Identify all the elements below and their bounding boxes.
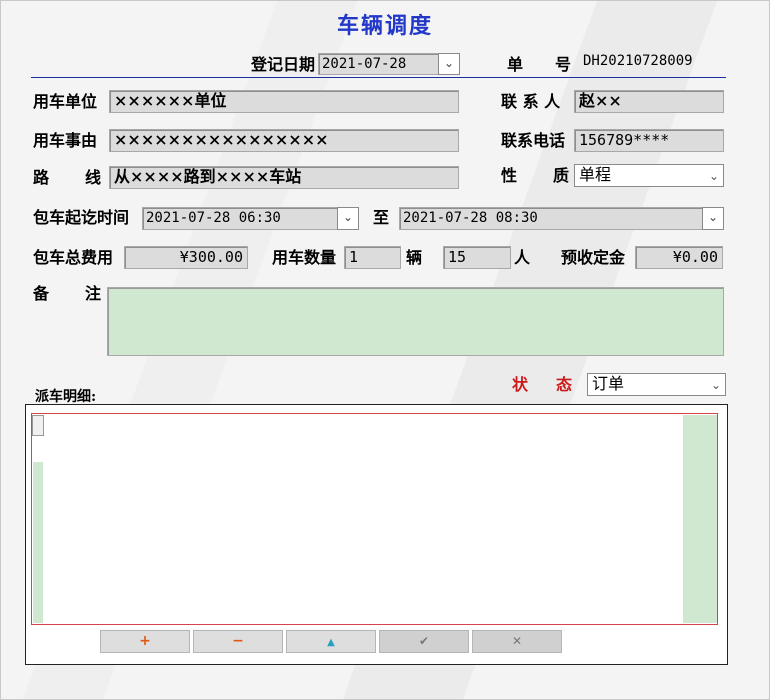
chevron-down-icon: ⌄ xyxy=(342,210,354,224)
grid-row-indicator xyxy=(33,462,43,623)
route-label-2: 线 xyxy=(85,168,102,187)
deposit-field[interactable]: ¥0.00 xyxy=(635,246,723,269)
qty-unit-label: 辆 xyxy=(406,248,423,267)
total-fee-field[interactable]: ¥300.00 xyxy=(124,246,248,269)
remark-label-1: 备 xyxy=(33,284,50,303)
contact-field[interactable]: 赵×× xyxy=(574,90,724,113)
status-select[interactable]: 订单 ⌄ xyxy=(587,373,726,396)
delete-row-button[interactable]: − xyxy=(193,630,283,653)
grid-corner-cell[interactable] xyxy=(32,415,44,436)
status-select-value: 订单 xyxy=(592,374,625,393)
nature-select[interactable]: 单程 ⌄ xyxy=(574,164,724,187)
reg-date-dropdown-button[interactable]: ⌄ xyxy=(438,53,460,75)
route-label-1: 路 xyxy=(33,168,50,187)
post-row-button[interactable]: ✔ xyxy=(379,630,469,653)
contact-label: 联 系 人 xyxy=(501,92,561,111)
route-field[interactable]: 从××××路到××××车站 xyxy=(109,166,459,189)
period-end-field[interactable]: 2021-07-28 08:30 xyxy=(399,207,703,230)
phone-label: 联系电话 xyxy=(501,131,566,150)
nature-select-value: 单程 xyxy=(579,165,612,184)
page-title: 车辆调度 xyxy=(336,13,433,39)
period-start-dropdown-button[interactable]: ⌄ xyxy=(337,207,359,230)
people-field[interactable]: 15 xyxy=(443,246,511,269)
remark-textarea[interactable] xyxy=(107,287,724,356)
up-triangle-icon: ▲ xyxy=(327,637,335,648)
reason-label: 用车事由 xyxy=(33,131,98,150)
plus-icon: + xyxy=(139,633,151,649)
period-start-field[interactable]: 2021-07-28 06:30 xyxy=(142,207,338,230)
detail-grid[interactable] xyxy=(31,413,718,625)
order-no-label-2: 号 xyxy=(555,55,572,74)
qty-field[interactable]: 1 xyxy=(344,246,401,269)
period-end-dropdown-button[interactable]: ⌄ xyxy=(702,207,724,230)
phone-field[interactable]: 156789**** xyxy=(574,129,724,152)
add-row-button[interactable]: + xyxy=(100,630,190,653)
period-label: 包车起讫时间 xyxy=(33,208,130,227)
check-icon: ✔ xyxy=(418,634,430,648)
chevron-down-icon: ⌄ xyxy=(707,210,719,224)
reg-date-field[interactable]: 2021-07-28 xyxy=(318,53,439,75)
status-label-1: 状 xyxy=(512,375,529,394)
remark-label-2: 注 xyxy=(85,284,102,303)
order-no-label-1: 单 xyxy=(507,55,524,74)
header-divider xyxy=(31,77,726,78)
total-fee-label: 包车总费用 xyxy=(33,248,114,267)
detail-label: 派车明细: xyxy=(35,389,97,405)
minus-icon: − xyxy=(232,633,244,649)
order-no-value: DH20210728009 xyxy=(583,53,693,69)
status-label-2: 态 xyxy=(556,375,573,394)
close-icon: ✕ xyxy=(511,634,523,648)
unit-field[interactable]: ××××××单位 xyxy=(109,90,459,113)
unit-label: 用车单位 xyxy=(33,92,98,111)
nature-label-2: 质 xyxy=(553,166,570,185)
qty-label: 用车数量 xyxy=(272,248,337,267)
reg-date-label: 登记日期 xyxy=(251,55,316,74)
edit-row-button[interactable]: ▲ xyxy=(286,630,376,653)
chevron-down-icon: ⌄ xyxy=(443,56,455,70)
people-unit-label: 人 xyxy=(514,248,531,267)
chevron-down-icon: ⌄ xyxy=(708,169,719,183)
cancel-row-button[interactable]: ✕ xyxy=(472,630,562,653)
reason-field[interactable]: ×××××××××××××××× xyxy=(109,129,459,152)
chevron-down-icon: ⌄ xyxy=(710,378,721,392)
deposit-label: 预收定金 xyxy=(561,248,626,267)
grid-scroll-column[interactable] xyxy=(683,415,717,623)
nature-label-1: 性 xyxy=(501,166,518,185)
period-to-label: 至 xyxy=(373,208,390,227)
